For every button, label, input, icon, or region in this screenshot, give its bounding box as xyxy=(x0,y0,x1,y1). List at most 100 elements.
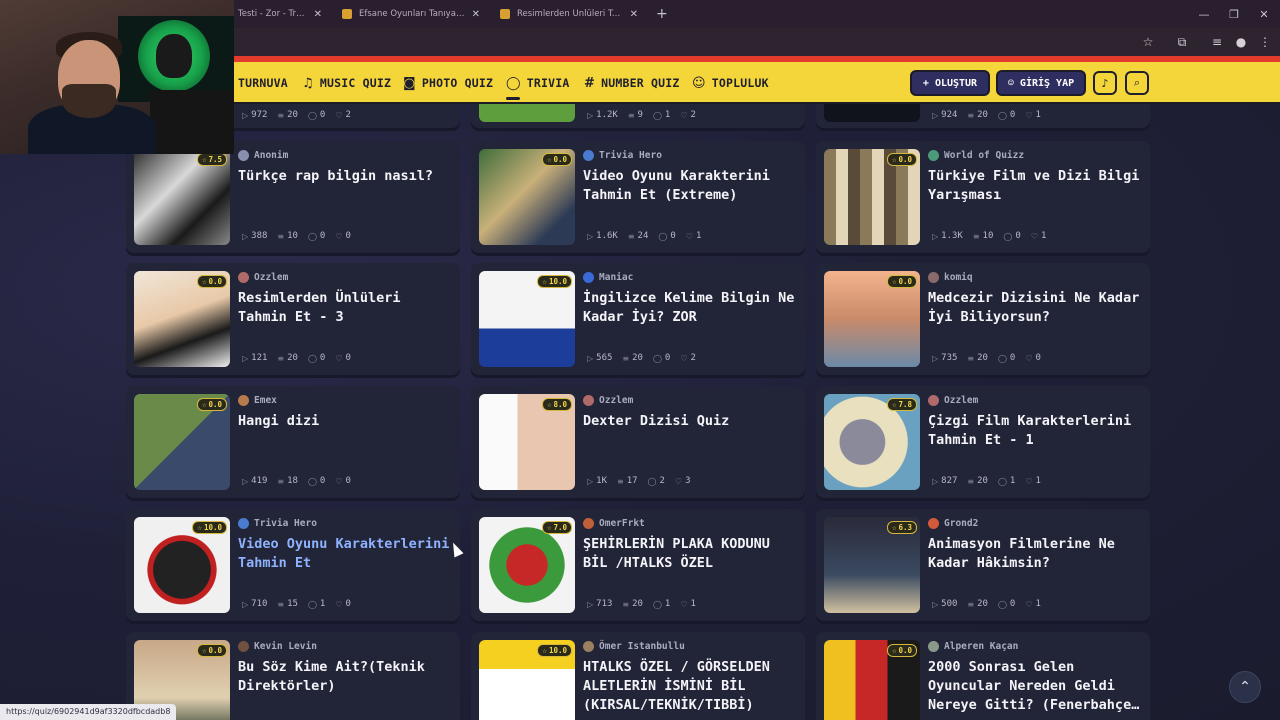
quiz-card[interactable]: ☆ 10.0 Trivia Hero Video Oyunu Karakterleri… xyxy=(126,509,460,621)
quiz-title[interactable]: Video Oyunu Karakterini Tahmin Et (Extre… xyxy=(583,167,799,205)
quiz-author[interactable]: Ozzlem xyxy=(928,395,978,406)
star-icon: ☆ xyxy=(201,277,207,286)
rating-badge: ☆ 7.0 xyxy=(541,521,572,534)
minimize-icon[interactable]: — xyxy=(1188,0,1220,28)
scroll-to-top-button[interactable]: ⌃ xyxy=(1229,671,1261,703)
quiz-card[interactable]: ☆ 0.0 World of Quizz Türkiye Film ve Dizi B… xyxy=(816,141,1150,253)
quiz-author[interactable]: Ozzlem xyxy=(238,272,288,283)
comments-count: 0 xyxy=(664,353,671,363)
quiz-card[interactable]: ☆ 0.0 Trivia Hero Video Oyunu Karakterini T… xyxy=(471,141,805,253)
quiz-author[interactable]: Anonim xyxy=(238,150,288,161)
quiz-card[interactable]: ☆ 6.3 Grond2 Animasyon Filmlerine Ne Kadar … xyxy=(816,509,1150,621)
comment-icon: ◯ xyxy=(307,476,317,486)
plays-count: 735 xyxy=(941,353,958,363)
quiz-title[interactable]: Video Oyunu Karakterlerini Tahmin Et xyxy=(238,535,454,573)
quiz-card[interactable]: ☆ 0.0 Alperen Kaçan 2000 Sonrası Gelen Oyun… xyxy=(816,632,1150,720)
bell-icon[interactable]: ♪ xyxy=(1093,71,1117,95)
nav-turnuva[interactable]: TURNUVA xyxy=(238,62,288,104)
likes-count: 1 xyxy=(695,231,702,241)
likes-count: 0 xyxy=(345,231,351,241)
browser-tab[interactable]: Resimlerden Ünlüleri Tahmin Et ✕ xyxy=(490,0,648,28)
questions-icon: ≡ xyxy=(972,231,980,241)
extensions-icon[interactable]: ⧉ xyxy=(1175,35,1189,49)
quiz-title[interactable]: Türkiye Film ve Dizi Bilgi Yarışması xyxy=(928,167,1144,205)
close-window-icon[interactable]: ✕ xyxy=(1248,0,1280,28)
create-button[interactable]: + OLUŞTUR xyxy=(910,70,990,96)
play-icon: ▷ xyxy=(242,476,249,486)
quiz-title[interactable]: Animasyon Filmlerine Ne Kadar Hâkimsin? xyxy=(928,535,1144,573)
close-tab-icon[interactable]: ✕ xyxy=(314,9,322,20)
quiz-title[interactable]: ŞEHİRLERİN PLAKA KODUNU BİL /HTALKS ÖZEL xyxy=(583,535,799,573)
quiz-title[interactable]: HTALKS ÖZEL / GÖRSELDEN ALETLERİN İSMİNİ… xyxy=(583,658,799,715)
quiz-card[interactable]: ☆ 10.0 Ömer Istanbullu HTALKS ÖZEL / GÖRSEL… xyxy=(471,632,805,720)
media-icon[interactable]: ≡ xyxy=(1210,35,1224,49)
nav-trivia[interactable]: ◯ TRIVIA xyxy=(506,62,570,104)
quiz-title[interactable]: Hangi dizi xyxy=(238,412,454,431)
star-icon: ☆ xyxy=(546,400,552,409)
quiz-card[interactable]: ☆ 0.0 Kevin Levin Bu Söz Kime Ait?(Teknik D… xyxy=(126,632,460,720)
restore-icon[interactable]: ❐ xyxy=(1218,0,1250,28)
quiz-author[interactable]: Maniac xyxy=(583,272,633,283)
plays-count: 388 xyxy=(251,231,268,241)
comment-icon: ◯ xyxy=(652,353,662,363)
quiz-author[interactable]: Ozzlem xyxy=(583,395,633,406)
heart-icon: ♡ xyxy=(1025,599,1033,609)
rating-value: 0.0 xyxy=(208,277,222,286)
quiz-thumbnail: ☆ 10.0 xyxy=(479,640,575,720)
quiz-card[interactable]: ☆ 0.0 Emex Hangi dizi ▷ 419 ≡ 18 ◯ 0 ♡ 0 xyxy=(126,386,460,498)
quiz-author[interactable]: Trivia Hero xyxy=(238,518,317,529)
login-button[interactable]: ☺ GİRİŞ YAP xyxy=(996,70,1086,96)
quiz-card[interactable]: ☆ 8.0 Ozzlem Dexter Dizisi Quiz ▷ 1K ≡ 17 ◯ 2 ♡ 3 xyxy=(471,386,805,498)
quiz-author[interactable]: Kevin Levin xyxy=(238,641,317,652)
avatar xyxy=(583,641,594,652)
quiz-card[interactable]: ☆ 7.0 OmerFrkt ŞEHİRLERİN PLAKA KODUNU BİL … xyxy=(471,509,805,621)
rating-badge: ☆ 7.5 xyxy=(196,153,227,166)
quiz-title[interactable]: Bu Söz Kime Ait?(Teknik Direktörler) xyxy=(238,658,454,696)
quiz-card[interactable]: ☆ 7.5 Anonim Türkçe rap bilgin nasıl? ▷ 388 ≡ 1… xyxy=(126,141,460,253)
close-tab-icon[interactable]: ✕ xyxy=(630,9,638,20)
nav-music-quiz[interactable]: ♫ MUSIC QUIZ xyxy=(302,62,391,104)
close-tab-icon[interactable]: ✕ xyxy=(472,9,480,20)
quiz-author[interactable]: Emex xyxy=(238,395,277,406)
browser-tab[interactable]: Efsane Oyunları Tanıyabilir Misi ✕ xyxy=(332,0,490,28)
quiz-card-partial[interactable]: ▷ 924 ≡ 20 ◯ 0 ♡ 1 xyxy=(816,104,1150,128)
plus-icon[interactable]: + xyxy=(656,6,668,22)
quiz-card[interactable]: ☆ 7.8 Ozzlem Çizgi Film Karakterlerini Tahm… xyxy=(816,386,1150,498)
comments-count: 0 xyxy=(670,231,676,241)
quiz-title[interactable]: Çizgi Film Karakterlerini Tahmin Et - 1 xyxy=(928,412,1144,450)
likes-count: 0 xyxy=(345,599,351,609)
quiz-author[interactable]: Trivia Hero xyxy=(583,150,662,161)
star-icon: ☆ xyxy=(891,277,897,286)
quiz-author[interactable]: Grond2 xyxy=(928,518,978,529)
quiz-card[interactable]: ☆ 0.0 komiq Medcezir Dizisini Ne Kadar İyi … xyxy=(816,263,1150,375)
quiz-title[interactable]: Resimlerden Ünlüleri Tahmin Et - 3 xyxy=(238,289,454,327)
play-icon: ▷ xyxy=(932,110,939,120)
nav-number-quiz[interactable]: # NUMBER QUIZ xyxy=(584,62,679,104)
quiz-card[interactable]: ☆ 0.0 Ozzlem Resimlerden Ünlüleri Tahmin Et… xyxy=(126,263,460,375)
quiz-title[interactable]: Medcezir Dizisini Ne Kadar İyi Biliyorsu… xyxy=(928,289,1144,327)
quiz-author[interactable]: Alperen Kaçan xyxy=(928,641,1018,652)
chevron-up-icon: ⌃ xyxy=(1239,679,1251,695)
quiz-title[interactable]: 2000 Sonrası Gelen Oyuncular Nereden Gel… xyxy=(928,658,1144,715)
quiz-thumbnail: ☆ 10.0 xyxy=(134,517,230,613)
quiz-card[interactable]: ☆ 10.0 Maniac İngilizce Kelime Bilgin Ne Ka… xyxy=(471,263,805,375)
quiz-card-partial[interactable]: ▷ 1.2K ≡ 9 ◯ 1 ♡ 2 xyxy=(471,104,805,128)
browser-tab[interactable]: Testi - Zor - Trivia - Qu ✕ xyxy=(228,0,332,28)
search-icon[interactable]: ⌕ xyxy=(1125,71,1149,95)
nav-topluluk[interactable]: ☺ TOPLULUK xyxy=(692,62,769,104)
quiz-title[interactable]: Dexter Dizisi Quiz xyxy=(583,412,799,431)
comments-count: 1 xyxy=(1009,476,1016,486)
star-icon[interactable]: ☆ xyxy=(1141,35,1155,49)
profile-icon[interactable]: ● xyxy=(1234,35,1248,49)
quiz-title[interactable]: İngilizce Kelime Bilgin Ne Kadar İyi? ZO… xyxy=(583,289,799,327)
quiz-thumbnail xyxy=(824,104,920,122)
card-stats: ▷ 500 ≡ 20 ◯ 0 ♡ 1 xyxy=(932,599,1041,609)
quiz-author[interactable]: OmerFrkt xyxy=(583,518,645,529)
quiz-author[interactable]: Ömer Istanbullu xyxy=(583,641,685,652)
quiz-author[interactable]: World of Quizz xyxy=(928,150,1024,161)
quiz-author[interactable]: komiq xyxy=(928,272,973,283)
nav-photo-quiz[interactable]: ◙ PHOTO QUIZ xyxy=(403,62,493,104)
quiz-title[interactable]: Türkçe rap bilgin nasıl? xyxy=(238,167,454,186)
kebab-menu-icon[interactable]: ⋮ xyxy=(1258,35,1272,49)
comments-count: 0 xyxy=(1009,353,1016,363)
